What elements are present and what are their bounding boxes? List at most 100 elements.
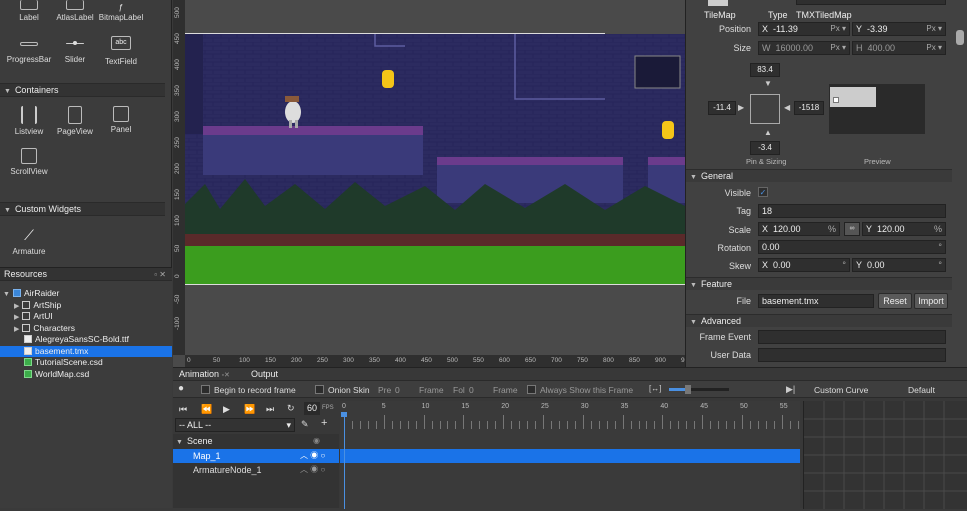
onion-pre-field[interactable]: 0 (395, 385, 400, 395)
advanced-header[interactable]: ▼ Advanced (686, 314, 952, 327)
always-show-checkbox[interactable]: Always Show this Frame (527, 385, 633, 395)
position-y-field[interactable]: Y -3.39 Px ▾ (852, 22, 946, 36)
tag-field[interactable]: 18 (758, 204, 946, 218)
layer-lock-eye-icons[interactable]: ︿ ◉ ○ (300, 450, 325, 461)
reset-button[interactable]: Reset (878, 293, 912, 309)
name-field[interactable] (796, 0, 946, 5)
pin-arrow-right-icon[interactable]: ▶ (738, 103, 744, 112)
tree-item[interactable]: ▼ AirRaider (0, 288, 172, 300)
next-frame-icon[interactable]: ⏩ (244, 404, 255, 415)
skew-y-field[interactable]: Y 0.00 ° (852, 258, 946, 272)
widget-progressbar[interactable]: ProgressBar (6, 36, 52, 66)
frame-tick (710, 421, 712, 429)
scene-row[interactable]: ▼ Scene (176, 436, 212, 446)
widget-atlas-label[interactable]: AtlasLabel (52, 0, 98, 22)
visible-checkbox[interactable]: ✓ (758, 187, 768, 197)
onion-fol-field[interactable]: 0 (469, 385, 474, 395)
pin-arrow-up-icon[interactable]: ▲ (764, 128, 772, 137)
expand-triangle-icon: ▶ (14, 325, 20, 333)
first-frame-icon[interactable]: ⏮ (179, 404, 187, 415)
onion-skin-checkbox[interactable]: Onion Skin (315, 385, 370, 395)
widget-pageview[interactable]: PageView (52, 106, 98, 148)
default-curve-label[interactable]: Default (908, 385, 935, 395)
curve-editor[interactable] (803, 401, 967, 509)
dropdown-arrow-icon[interactable]: ▾ (938, 43, 942, 52)
widget-panel-text: Panel (110, 125, 132, 134)
play-to-end-icon[interactable]: ▶| (786, 384, 795, 395)
pencil-icon[interactable]: ✎ (301, 419, 309, 430)
position-x-field[interactable]: X -11.39 Px ▾ (758, 22, 850, 36)
custom-widgets-header[interactable]: ▼ Custom Widgets (0, 202, 165, 216)
widget-label[interactable]: Label (6, 0, 52, 22)
record-checkbox[interactable]: Begin to record frame (201, 385, 296, 395)
frame-tick (622, 415, 624, 429)
tab-output[interactable]: Output (251, 368, 278, 380)
record-icon[interactable]: ● (178, 383, 184, 394)
widget-slider[interactable]: Slider (52, 36, 98, 66)
size-w-field[interactable]: W 16000.00 Px ▾ (758, 41, 850, 55)
tree-item-selected[interactable]: basement.tmx (0, 345, 172, 357)
eye-icon[interactable]: ◉ (313, 436, 320, 445)
scale-x-field[interactable]: X 120.00% (758, 222, 840, 236)
properties-scrollbar[interactable] (956, 30, 964, 45)
tree-item[interactable]: WorldMap.csd (0, 369, 172, 381)
timeline-row-selected[interactable] (340, 449, 800, 463)
layer-lock-eye-icons[interactable]: ︿ ◉ ○ (300, 464, 325, 475)
fps-field[interactable]: 60 (304, 402, 320, 415)
pin-arrow-left-icon[interactable]: ◀ (784, 103, 790, 112)
pin-top-field[interactable]: 83.4 (750, 63, 780, 77)
dropdown-arrow-icon[interactable]: ▾ (842, 24, 846, 33)
widget-panel-item[interactable]: Panel (98, 106, 144, 148)
prev-frame-icon[interactable]: ⏪ (201, 404, 212, 415)
tree-item[interactable]: ▶ Characters (0, 323, 172, 335)
ruler-tick-label: 450 (421, 357, 432, 364)
containers-header[interactable]: ▼ Containers (0, 83, 165, 97)
playhead-handle[interactable] (341, 412, 347, 417)
dropdown-arrow-icon[interactable]: ▾ (842, 43, 846, 52)
resources-panel: Resources ▫ ✕ ▼ AirRaider ▶ ArtShip ▶ ArtUI… (0, 267, 172, 508)
tree-item[interactable]: ▶ ArtShip (0, 300, 172, 312)
widget-armature[interactable]: ⟋ Armature (6, 226, 52, 256)
file-field[interactable]: basement.tmx (758, 294, 874, 308)
tab-animation[interactable]: Animation ▫✕ (179, 368, 230, 380)
tab-close-icon[interactable]: ▫✕ (222, 372, 230, 379)
widget-bitmap-label[interactable]: ƒ BitmapLabel (98, 0, 144, 22)
frame-tick (606, 421, 608, 429)
link-scale-icon[interactable]: ∞ (844, 222, 860, 236)
frame-tick (543, 415, 544, 429)
size-h-field[interactable]: H 400.00 Px ▾ (852, 41, 946, 55)
skew-x-field[interactable]: X 0.00 ° (758, 258, 850, 272)
tree-item[interactable]: AlegreyaSansSC-Bold.ttf (0, 334, 172, 346)
widget-scrollview[interactable]: ScrollView (6, 148, 52, 176)
frame-tick (479, 421, 481, 429)
playhead[interactable] (344, 412, 345, 509)
last-frame-icon[interactable]: ⏭ (266, 404, 274, 415)
widget-textfield[interactable]: abc TextField (98, 36, 144, 66)
feature-header[interactable]: ▼ Feature (686, 277, 952, 290)
rotation-field[interactable]: 0.00 ° (758, 240, 946, 254)
tree-item[interactable]: TutorialScene.csd (0, 357, 172, 369)
tree-item[interactable]: ▶ ArtUI (0, 311, 172, 323)
loop-icon[interactable]: ↻ (287, 403, 295, 414)
timeline-zoom-slider[interactable] (669, 385, 729, 394)
add-icon[interactable]: + (321, 417, 327, 429)
frame-number: 55 (779, 403, 788, 410)
layer-filter-select[interactable]: -- ALL -- ▾ (175, 418, 295, 432)
dropdown-arrow-icon[interactable]: ▾ (938, 24, 942, 33)
play-icon[interactable]: ▶ (223, 404, 230, 415)
pin-box[interactable] (750, 94, 780, 124)
panel-float-close-icon[interactable]: ▫ ✕ (154, 268, 166, 281)
zoom-fit-icon[interactable]: [↔] (649, 384, 661, 393)
general-header[interactable]: ▼ General (686, 169, 952, 182)
zoom-slider-handle[interactable] (685, 385, 691, 394)
pin-left-field[interactable]: -11.4 (708, 101, 736, 115)
tilemap-scene[interactable] (185, 34, 685, 284)
pin-bottom-field[interactable]: -3.4 (750, 141, 780, 155)
pin-right-field[interactable]: -1518 (794, 101, 824, 115)
frame-event-field[interactable] (758, 330, 946, 344)
scale-y-field[interactable]: Y 120.00% (862, 222, 946, 236)
import-button[interactable]: Import (914, 293, 948, 309)
widget-listview[interactable]: Listview (6, 106, 52, 136)
pin-arrow-down-icon[interactable]: ▼ (764, 79, 772, 88)
user-data-field[interactable] (758, 348, 946, 362)
